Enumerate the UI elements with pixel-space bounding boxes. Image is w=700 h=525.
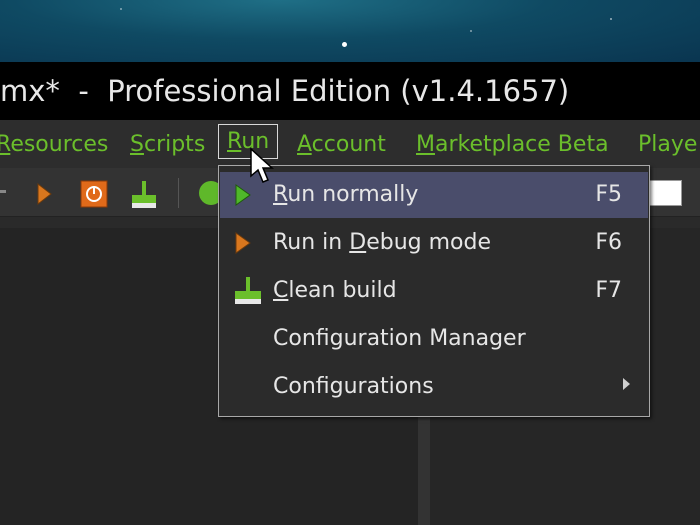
menu-scripts[interactable]: Scripts [122,130,213,159]
label-text: un normally [287,182,419,207]
label-text: lean build [288,278,397,303]
menu-item-run-normally[interactable]: Run normally F5 [220,172,648,218]
title-bar: mx* - Professional Edition (v1.4.1657) [0,62,700,120]
menu-item-label: Configurations [273,374,434,399]
toolbar-fragment-icon [0,190,6,193]
toolbar-field[interactable] [648,180,682,206]
menu-label: esources [10,132,109,157]
mouse-cursor-icon [250,147,274,188]
play-orange-icon [234,231,252,261]
menu-label: ccount [311,132,386,157]
menu-label: arketplace Beta [434,132,609,157]
run-debug-toolbar-icon[interactable] [36,182,52,210]
clean-build-toolbar-icon[interactable] [128,180,160,214]
menu-label: cripts [143,132,206,157]
star [120,8,122,10]
menu-item-label: Configuration Manager [273,326,526,351]
menu-label-mnemonic: R [0,132,11,157]
label-text: ebug mode [366,230,491,255]
star [470,30,472,32]
menu-item-configurations[interactable]: Configurations [220,364,648,410]
stop-toolbar-icon[interactable] [80,180,108,212]
run-dropdown-menu: Run normally F5 Run in Debug mode F6 Cle… [218,165,650,417]
menu-label-mnemonic: R [227,129,242,154]
menu-label: Playe [638,132,698,157]
submenu-arrow-icon [623,378,630,390]
menu-label-mnemonic: S [130,132,144,157]
broom-icon [232,276,264,312]
menu-marketplace[interactable]: Marketplace Beta [408,130,617,159]
toolbar-separator [178,178,179,208]
menu-resources[interactable]: Resources [0,130,116,159]
star [610,18,612,20]
shortcut-label: F5 [595,182,622,207]
star [342,42,347,47]
shortcut-label: F6 [595,230,622,255]
label-mnemonic: R [273,182,288,207]
menu-item-label: Run in Debug mode [273,230,491,255]
menu-label-mnemonic: A [297,132,312,157]
shortcut-label: F7 [595,278,622,303]
menu-item-label: Run normally [273,182,418,207]
menu-item-run-debug[interactable]: Run in Debug mode F6 [220,220,648,266]
menu-player[interactable]: Playe [630,130,700,159]
menu-account[interactable]: Account [289,130,394,159]
desktop-background [0,0,700,62]
menu-item-clean-build[interactable]: Clean build F7 [220,268,648,314]
label-text: Run in [273,230,350,255]
menu-label-mnemonic: M [416,132,435,157]
label-mnemonic: C [273,278,289,303]
menu-bar: Resources Scripts Run Account Marketplac… [0,120,700,168]
label-mnemonic: D [349,230,367,255]
window-title: mx* - Professional Edition (v1.4.1657) [0,74,570,108]
menu-item-configuration-manager[interactable]: Configuration Manager [220,316,648,362]
menu-item-label: Clean build [273,278,397,303]
